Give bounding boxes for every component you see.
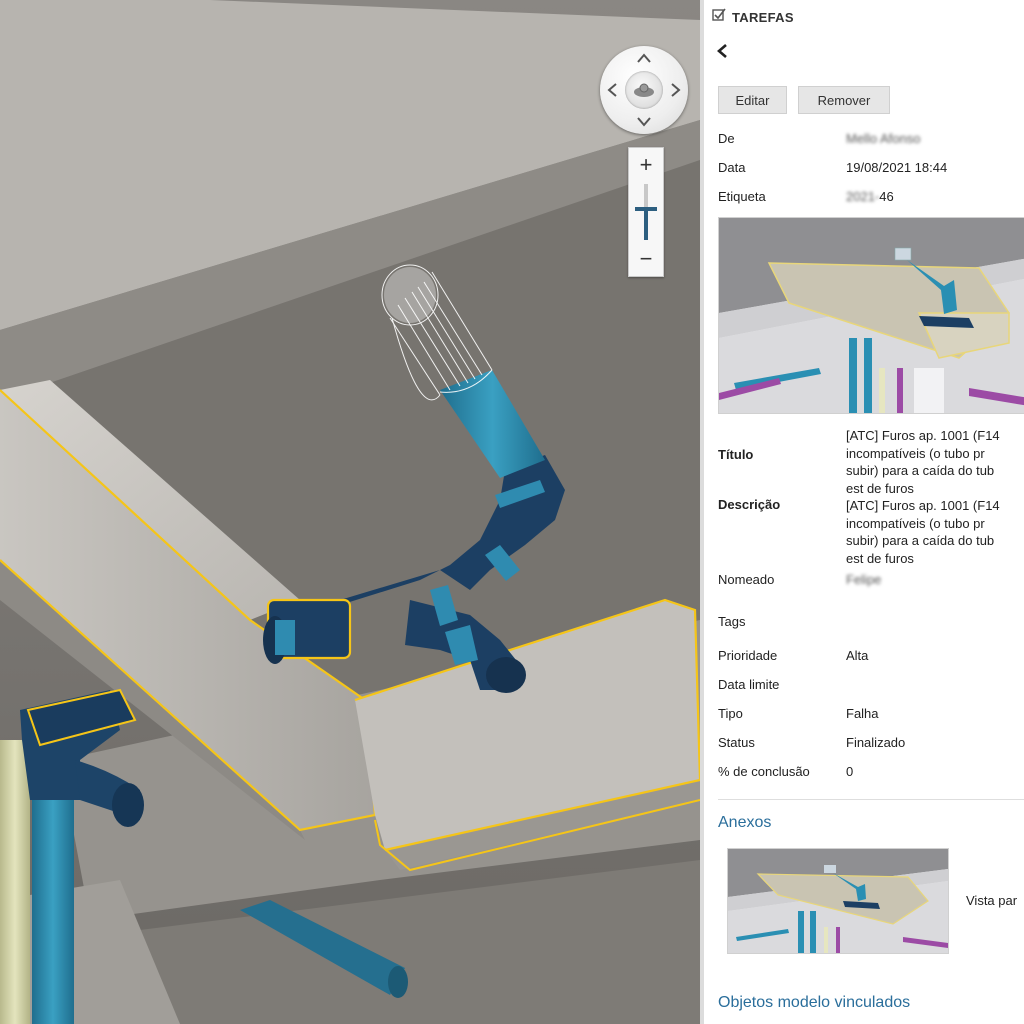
zoom-track[interactable] (644, 184, 648, 240)
home-view-icon[interactable] (625, 71, 663, 109)
zoom-thumb[interactable] (635, 207, 657, 212)
tag-value-suffix: 46 (879, 189, 894, 204)
description-line: subir) para a caída do tub (846, 533, 995, 548)
description-line: [ATC] Furos ap. 1001 (F14 (846, 498, 1000, 513)
completion-value: 0 (846, 764, 854, 779)
pan-right-icon[interactable] (667, 81, 685, 99)
status-label: Status (718, 735, 755, 750)
orbit-control[interactable] (600, 46, 688, 134)
panel-title: TAREFAS (732, 9, 794, 25)
pan-left-icon[interactable] (603, 81, 621, 99)
assigned-label: Nomeado (718, 572, 775, 587)
assigned-value: Felipe (846, 572, 882, 587)
tag-value: 2021-46 (846, 189, 894, 204)
date-label: Data (718, 160, 746, 175)
title-line: incompatíveis (o tubo pr (846, 445, 985, 461)
model-viewport[interactable]: + − (0, 0, 700, 1024)
task-panel: TAREFAS Editar Remover De Mello Afonso D… (700, 0, 1024, 1024)
attachment-thumbnail[interactable] (727, 848, 949, 954)
description-line: est de furos (846, 550, 914, 566)
from-label: De (718, 131, 735, 146)
pan-down-icon[interactable] (635, 113, 653, 131)
chevron-left-icon (717, 44, 727, 58)
description-label: Descrição (718, 497, 781, 512)
section-divider (718, 799, 1024, 800)
priority-label: Prioridade (718, 648, 778, 663)
attachment-caption-text: Vista par (966, 893, 1018, 908)
attachment-scene (728, 849, 948, 953)
completion-label: % de conclusão (718, 764, 810, 779)
tag-value-prefix: 2021- (846, 189, 880, 204)
date-value: 19/08/2021 18:44 (846, 160, 948, 175)
tasks-icon (712, 8, 726, 26)
linked-objects-title[interactable]: Objetos modelo vinculados (718, 994, 910, 1012)
status-value: Finalizado (846, 735, 906, 750)
title-label: Título (718, 447, 754, 462)
edit-button[interactable]: Editar (718, 86, 787, 114)
attachments-title[interactable]: Anexos (718, 814, 771, 832)
preview-scene (719, 218, 1024, 413)
title-value: [ATC] Furos ap. 1001 (F14 incompatíveis … (846, 427, 1024, 497)
type-label: Tipo (718, 706, 743, 721)
type-value: Falha (846, 706, 879, 721)
description-value: [ATC] Furos ap. 1001 (F14 incompatíveis … (846, 497, 1024, 567)
panel-header: TAREFAS (712, 8, 794, 26)
title-line: subir) para a caída do tub (846, 463, 995, 478)
deadline-label: Data limite (718, 677, 780, 692)
priority-value: Alta (846, 648, 869, 663)
remove-button[interactable]: Remover (798, 86, 890, 114)
zoom-out-button[interactable]: − (629, 244, 663, 274)
task-preview-image[interactable] (718, 217, 1024, 414)
zoom-in-button[interactable]: + (629, 150, 663, 180)
title-line: [ATC] Furos ap. 1001 (F14 (846, 428, 1000, 443)
from-value: Mello Afonso (846, 131, 921, 146)
pan-up-icon[interactable] (635, 49, 653, 67)
zoom-control[interactable]: + − (628, 147, 664, 277)
back-button[interactable] (712, 40, 732, 62)
zoom-fill (644, 209, 648, 240)
tags-label: Tags (718, 614, 746, 629)
title-line: est de furos (846, 480, 914, 496)
tag-label: Etiqueta (718, 189, 766, 204)
model-scene (0, 0, 700, 1024)
description-line: incompatíveis (o tubo pr (846, 515, 985, 531)
